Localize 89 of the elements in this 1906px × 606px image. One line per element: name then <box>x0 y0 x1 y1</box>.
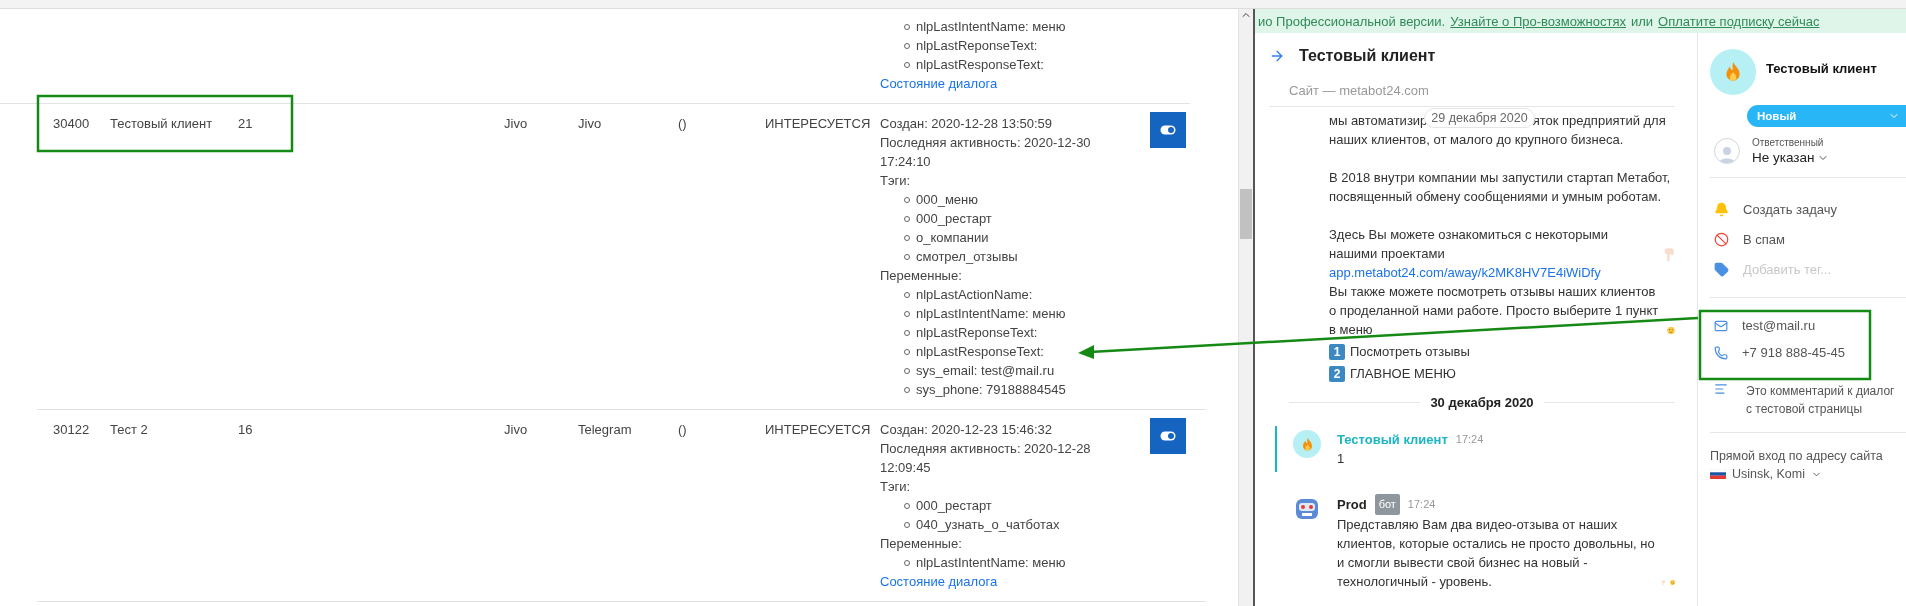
message-text: Представляю Вам два видео-отзыва от наших клиентов, которые остались не просто довольны, но и смогли вывести свой бизнес на новый - технологичный - уровень. <box>1337 516 1656 591</box>
author-name: Prod <box>1337 496 1367 514</box>
message-link[interactable]: app.metabot24.com/away/k2MK8HV7E4iWiDfy <box>1329 263 1601 282</box>
action-button[interactable]: Создать задачу <box>1714 202 1906 217</box>
source-cell-text: Jivo <box>504 115 529 133</box>
count-cell-text: 21 <box>238 115 254 133</box>
banner-text: или <box>1630 13 1654 29</box>
tags-label: Тэги: <box>880 478 912 496</box>
variable-item: nlpLastResponseText: <box>904 342 1105 361</box>
arrow-right-icon[interactable] <box>1269 48 1285 64</box>
scrollbar-thumb[interactable] <box>1240 189 1252 239</box>
tag-item: о_компании <box>904 228 1105 247</box>
name-cell-text: Тестовый клиент <box>110 115 214 133</box>
message-time: 17:24 <box>1455 432 1484 447</box>
comment-icon <box>1714 382 1728 396</box>
variable-item: nlpLastReponseText: <box>904 36 1190 55</box>
responsible-dropdown[interactable]: Не указан <box>1752 150 1830 165</box>
tag-item: 000_меню <box>904 190 1105 209</box>
message-time: 17:24 <box>1407 497 1436 512</box>
entry-text: Прямой вход по адресу сайта <box>1710 448 1884 463</box>
site-text: Сайт — metabot24.com <box>1269 65 1675 107</box>
variables-label: Переменные: <box>880 535 963 553</box>
flag-icon <box>1710 469 1726 479</box>
variable-item: sys_email: test@mail.ru <box>904 361 1105 380</box>
contact-text: test@mail.ru <box>1742 318 1816 333</box>
tag-icon <box>1714 262 1729 277</box>
id-cell-text: 30400 <box>53 115 91 133</box>
message-text: Здесь Вы можете ознакомиться с некоторыми нашими проектами <box>1329 226 1610 263</box>
dialog-state-link[interactable]: Состояние диалога <box>880 76 998 91</box>
pointing-hand-icon <box>1663 247 1675 263</box>
variable-item: nlpLastIntentName: меню <box>904 304 1105 323</box>
toggle-button[interactable] <box>1150 418 1186 454</box>
variable-item: sys_phone: 79188884545 <box>904 380 1105 399</box>
name-cell-text: Тест 2 <box>110 421 149 439</box>
activity-text: Последняя активность: 2020-12-28 12:09:45 <box>880 440 1092 477</box>
message-text: 1 <box>1337 450 1345 468</box>
chat-title: Тестовый клиент <box>1299 47 1436 65</box>
mail-icon <box>1714 318 1728 333</box>
comment-text: Это комментарий к диалог с тестовой страницы <box>1746 383 1895 418</box>
menu-option[interactable]: ГЛАВНОЕ МЕНЮ <box>1350 364 1456 383</box>
banner-link[interactable]: Узнайте о Про-возможностях <box>1450 13 1626 29</box>
banner-text: ио Профессиональной версии. <box>1258 13 1446 29</box>
count-cell-text: 16 <box>238 421 254 439</box>
bot-badge: бот <box>1374 494 1400 515</box>
client-name: Тестовый клиент <box>1766 61 1877 76</box>
message-text: Вы также можете посмотреть отзывы наших клиентов о проделанной нами работе. Просто выберите 1 пункт в меню <box>1329 283 1660 339</box>
status-cell-text: ИНТЕРЕСУЕТСЯ <box>765 115 872 133</box>
contact-text: +7 918 888-45-45 <box>1742 345 1845 360</box>
dialog-state-link[interactable]: Состояние диалога <box>880 572 1105 591</box>
number-badge: 2 <box>1329 365 1345 382</box>
message-text: В 2018 внутри компании мы запустили стартап Метабот, посвященный обмену сообщениями и умным роботам. <box>1329 169 1672 206</box>
banner-link[interactable]: Оплатите подписку сейчас <box>1658 13 1820 29</box>
variables-label: Переменные: <box>880 267 963 285</box>
parens-cell-text: () <box>678 421 688 439</box>
id-cell-text: 30122 <box>53 421 91 439</box>
variable-item: nlpLastIntentName: меню <box>904 553 1105 572</box>
bell-icon <box>1714 202 1729 217</box>
responsible-label: Ответственный <box>1752 137 1825 148</box>
parens-cell-text: () <box>678 115 688 133</box>
created-text: Создан: 2020-12-28 13:50:59 <box>880 115 1054 133</box>
tag-item: 000_рестарт <box>904 496 1105 515</box>
variable-item: nlpLastActionName: <box>904 285 1105 304</box>
author-name: Тестовый клиент <box>1337 431 1448 449</box>
tag-item: 000_рестарт <box>904 209 1105 228</box>
channel-cell-text: Telegram <box>578 421 633 439</box>
location-dropdown[interactable]: Usinsk, Komi <box>1710 463 1906 481</box>
person-avatar-icon <box>1714 138 1740 164</box>
message-text: наших клиентов, от малого до крупного бизнеса. <box>1329 131 1624 149</box>
message-text: яток предприятий для <box>1532 112 1666 130</box>
toggle-icon <box>1160 431 1176 441</box>
action-button[interactable]: В спам <box>1714 232 1906 247</box>
variable-item: nlpLastReponseText: <box>904 323 1105 342</box>
status-cell-text: ИНТЕРЕСУЕТСЯ <box>765 421 872 439</box>
channel-cell-text: Jivo <box>578 115 603 133</box>
created-text: Создан: 2020-12-23 15:46:32 <box>880 421 1054 439</box>
toggle-icon <box>1160 125 1176 135</box>
variable-item: nlpLastIntentName: меню <box>904 17 1190 36</box>
tag-item: смотрел_отзывы <box>904 247 1105 266</box>
activity-text: Последняя активность: 2020-12-30 17:24:10 <box>880 134 1092 171</box>
source-cell-text: Jivo <box>504 421 529 439</box>
menu-option[interactable]: Посмотреть отзывы <box>1350 342 1470 361</box>
phone-icon <box>1714 345 1728 360</box>
ban-icon <box>1714 232 1729 247</box>
number-badge: 1 <box>1329 343 1345 360</box>
tag-item: 040_узнать_о_чатботах <box>904 515 1105 534</box>
variable-item: nlpLastResponseText: <box>904 55 1190 74</box>
date-separator: 30 декабря 2020 <box>1430 395 1534 410</box>
tags-label: Тэги: <box>880 172 912 190</box>
toggle-button[interactable] <box>1150 112 1186 148</box>
